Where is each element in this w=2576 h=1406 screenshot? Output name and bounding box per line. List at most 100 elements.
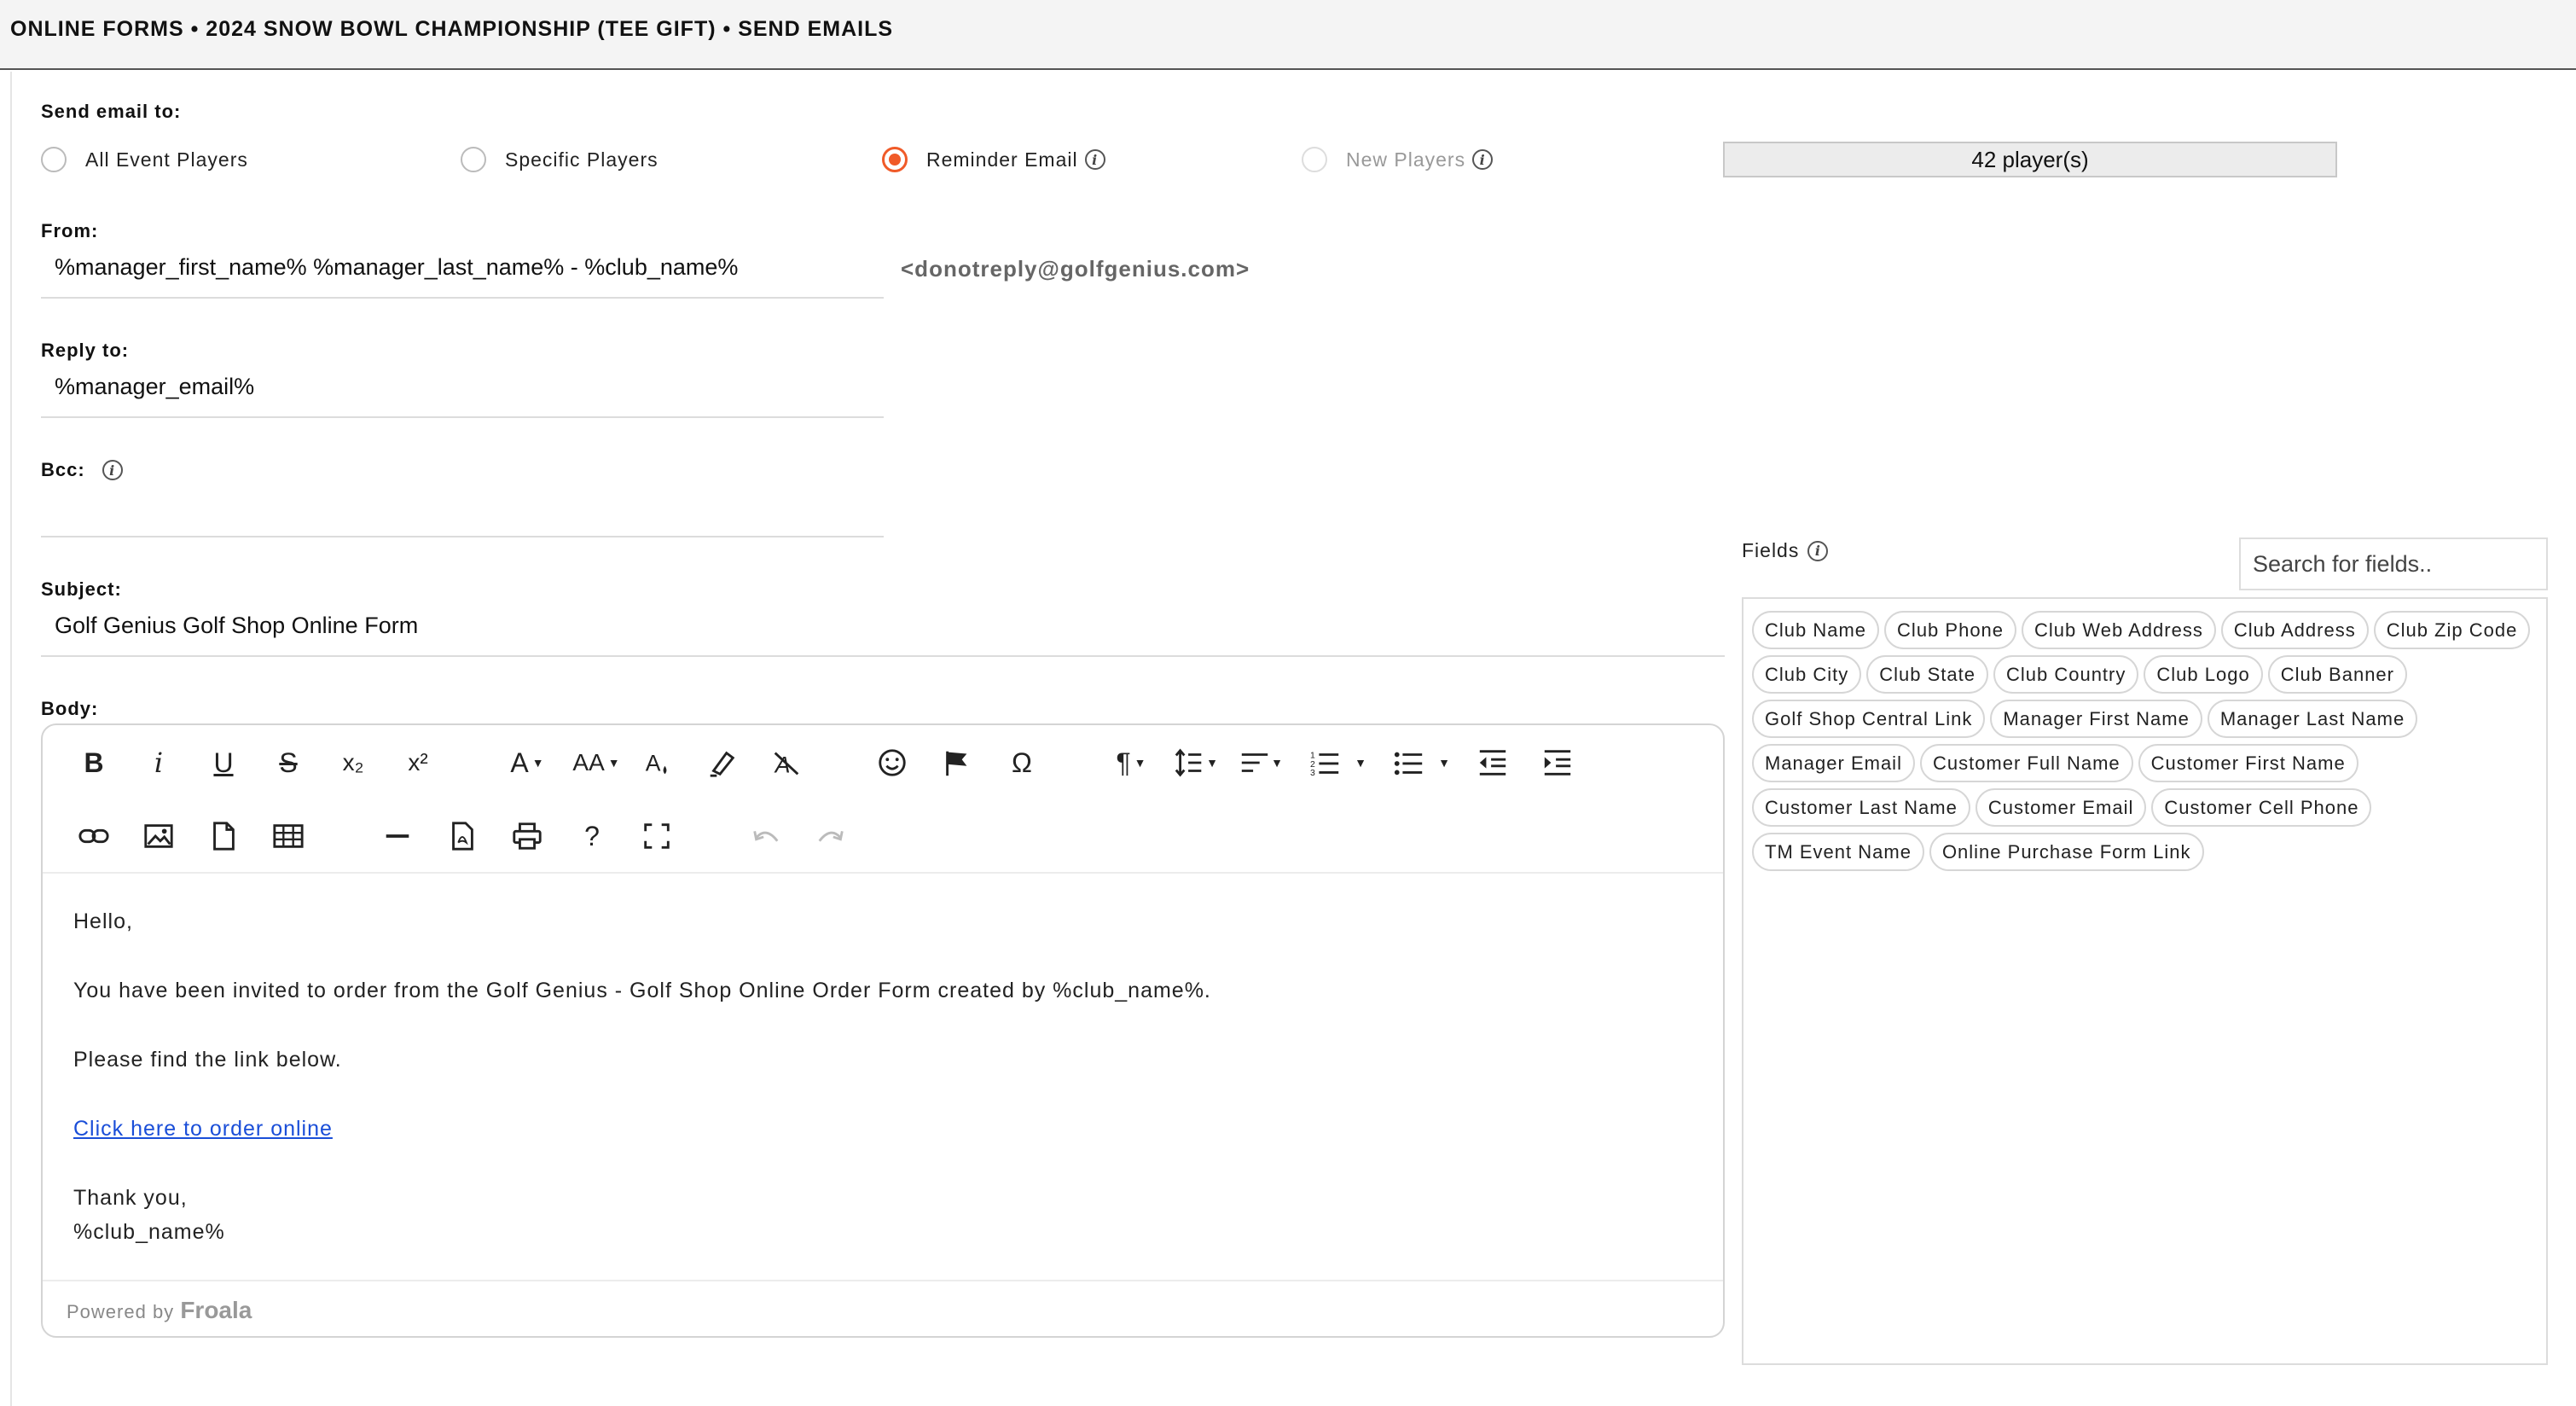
editor-toolbar-row-2: ?: [43, 799, 1723, 872]
field-tag[interactable]: Club Logo: [2144, 655, 2263, 694]
clear-formatting-button[interactable]: A: [761, 737, 812, 788]
insert-table-button[interactable]: [263, 810, 314, 862]
radio-all-event-players[interactable]: All Event Players: [41, 147, 248, 172]
svg-text:A: A: [646, 751, 661, 776]
field-tag[interactable]: Customer Email: [1975, 788, 2147, 827]
powered-by[interactable]: Powered by Froala: [67, 1297, 252, 1324]
field-tag[interactable]: Customer First Name: [2138, 744, 2358, 782]
undo-button[interactable]: [740, 810, 792, 862]
font-size-dropdown[interactable]: AA ▼: [566, 737, 626, 788]
bcc-label: Bcc:: [41, 459, 85, 480]
fullscreen-button[interactable]: [631, 810, 682, 862]
body-closing: Thank you,: [73, 1186, 188, 1210]
highlighter-icon: [710, 751, 735, 777]
ordered-list-caret-icon[interactable]: ▼: [1348, 737, 1373, 788]
caret-down-icon: ▼: [1206, 756, 1218, 770]
svg-text:2: 2: [1310, 760, 1315, 770]
info-icon[interactable]: i: [1084, 149, 1105, 170]
field-tag[interactable]: Club Zip Code: [2373, 611, 2531, 649]
radio-circle-selected[interactable]: [882, 147, 908, 172]
superscript-button[interactable]: x²: [392, 737, 444, 788]
subscript-button[interactable]: x₂: [328, 737, 379, 788]
print-button[interactable]: [502, 810, 553, 862]
info-icon[interactable]: i: [1807, 540, 1829, 561]
field-tag[interactable]: Club Banner: [2267, 655, 2407, 694]
info-icon[interactable]: i: [1472, 149, 1494, 170]
bcc-field[interactable]: [41, 493, 884, 537]
strikethrough-button[interactable]: S: [263, 737, 314, 788]
field-tag[interactable]: Club Address: [2220, 611, 2369, 649]
align-dropdown[interactable]: ▼: [1235, 737, 1286, 788]
unordered-list-caret-icon[interactable]: ▼: [1431, 737, 1457, 788]
subject-field[interactable]: Golf Genius Golf Shop Online Form: [41, 613, 1725, 657]
field-tag[interactable]: Manager Last Name: [2207, 700, 2418, 738]
radio-new-players: New Players i: [1302, 147, 1494, 172]
field-tag[interactable]: Club Phone: [1884, 611, 2017, 649]
unordered-list-button[interactable]: [1384, 737, 1435, 788]
subject-label: Subject:: [41, 578, 122, 600]
redo-button[interactable]: [805, 810, 856, 862]
field-tag[interactable]: Customer Full Name: [1919, 744, 2133, 782]
order-online-link[interactable]: Click here to order online: [73, 1117, 333, 1141]
underline-button[interactable]: U: [198, 737, 249, 788]
highlight-button[interactable]: [696, 737, 747, 788]
radio-circle[interactable]: [461, 147, 486, 172]
bullet-list-icon: [1394, 752, 1423, 776]
emoticons-button[interactable]: [867, 737, 918, 788]
font-family-dropdown[interactable]: A ▼: [502, 737, 553, 788]
help-button[interactable]: ?: [566, 810, 618, 862]
insert-image-button[interactable]: [133, 810, 184, 862]
top-bar: ONLINE FORMS • 2024 SNOW BOWL CHAMPIONSH…: [0, 0, 2576, 70]
fields-label: Fields: [1742, 539, 1800, 561]
file-icon: [213, 822, 235, 851]
field-tag[interactable]: Online Purchase Form Link: [1929, 833, 2204, 871]
field-tag[interactable]: TM Event Name: [1752, 833, 1924, 871]
outdent-button[interactable]: [1467, 737, 1518, 788]
field-tag[interactable]: Club Country: [1993, 655, 2139, 694]
caret-down-icon: ▼: [1134, 756, 1146, 770]
radio-circle[interactable]: [41, 147, 67, 172]
field-tag[interactable]: Club Name: [1752, 611, 1880, 649]
clear-formatting-icon: A: [774, 752, 799, 777]
body-line-link-intro: Please find the link below.: [73, 1048, 342, 1072]
field-tag[interactable]: Club Web Address: [2022, 611, 2216, 649]
reply-to-field[interactable]: %manager_email%: [41, 374, 884, 418]
field-tag[interactable]: Customer Last Name: [1752, 788, 1970, 827]
radio-label: Specific Players: [505, 148, 659, 171]
paragraph-format-dropdown[interactable]: ¶ ▼: [1105, 737, 1157, 788]
ordered-list-button[interactable]: 123: [1300, 737, 1351, 788]
editor-content[interactable]: Hello, You have been invited to order fr…: [73, 904, 1211, 1249]
field-tag[interactable]: Customer Cell Phone: [2151, 788, 2372, 827]
insert-file-button[interactable]: [198, 810, 249, 862]
indent-button[interactable]: [1532, 737, 1583, 788]
froala-logo: Froala: [180, 1297, 252, 1323]
field-tag[interactable]: Club City: [1752, 655, 1862, 694]
field-tag[interactable]: Club State: [1866, 655, 1988, 694]
from-field[interactable]: %manager_first_name% %manager_last_name%…: [41, 254, 884, 299]
ordered-list-icon: 123: [1310, 751, 1339, 778]
radio-reminder-email[interactable]: Reminder Email i: [882, 147, 1105, 172]
text-color-button[interactable]: A: [631, 737, 682, 788]
field-search-input[interactable]: [2239, 537, 2548, 590]
breadcrumb: ONLINE FORMS • 2024 SNOW BOWL CHAMPIONSH…: [10, 17, 894, 41]
radio-specific-players[interactable]: Specific Players: [461, 147, 659, 172]
bold-button[interactable]: B: [68, 737, 119, 788]
font-family-label: A: [510, 747, 529, 778]
flag-icon: [946, 751, 967, 776]
print-icon: [513, 822, 542, 850]
info-icon[interactable]: i: [102, 460, 123, 480]
field-tag[interactable]: Manager Email: [1752, 744, 1915, 782]
radio-label: All Event Players: [85, 148, 248, 171]
italic-button[interactable]: i: [133, 737, 184, 788]
special-characters-button[interactable]: Ω: [996, 737, 1047, 788]
export-pdf-button[interactable]: [437, 810, 488, 862]
field-tag[interactable]: Golf Shop Central Link: [1752, 700, 1986, 738]
from-label: From:: [41, 220, 99, 241]
svg-text:1: 1: [1310, 751, 1315, 760]
insert-link-button[interactable]: [68, 810, 119, 862]
line-height-dropdown[interactable]: ▼: [1170, 737, 1221, 788]
insert-flag-button[interactable]: [931, 737, 983, 788]
field-tag[interactable]: Manager First Name: [1990, 700, 2202, 738]
horizontal-line-button[interactable]: [372, 810, 423, 862]
svg-text:3: 3: [1310, 769, 1315, 778]
